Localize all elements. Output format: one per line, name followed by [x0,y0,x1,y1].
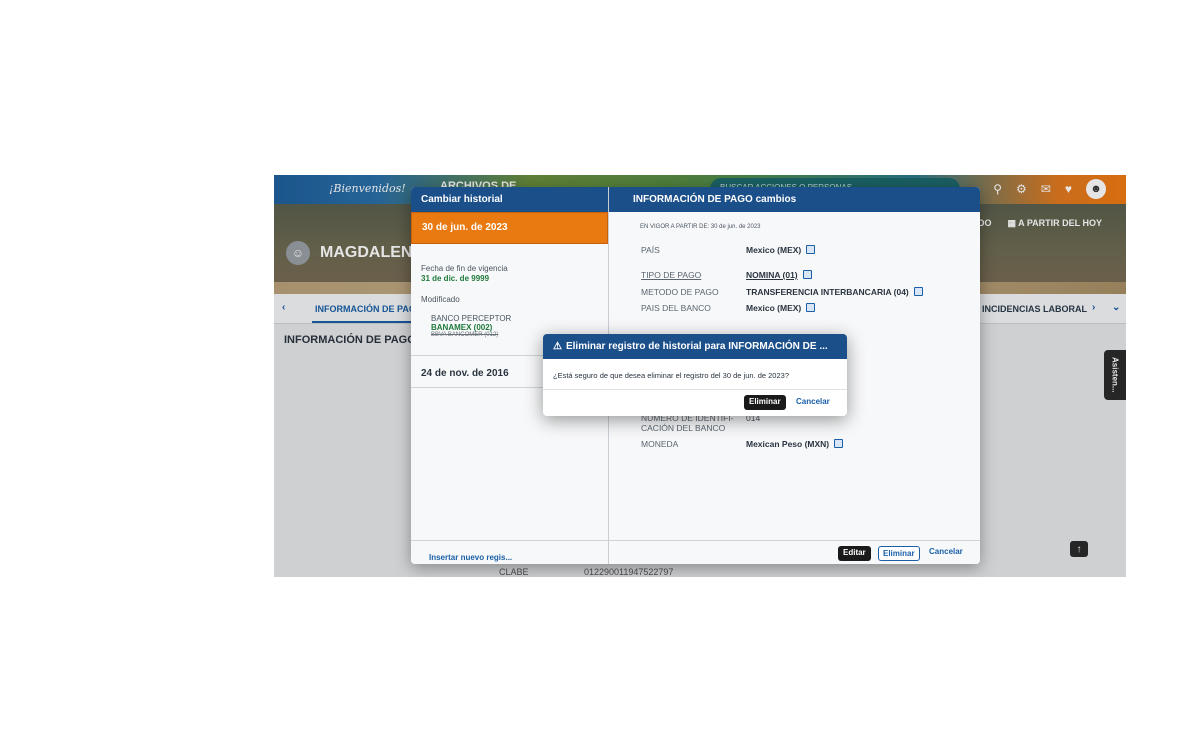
field-value-text: Mexico (MEX) [746,303,802,313]
end-date-value: 31 de dic. de 9999 [421,274,490,283]
field-value-text: Mexican Peso (MXN) [746,439,830,449]
delete-confirm-dialog: ⚠ Eliminar registro de historial para INF… [543,334,847,416]
confirm-cancel-button[interactable]: Cancelar [796,397,830,406]
field-label: TIPO DE PAGO [641,270,702,280]
warning-icon: ⚠ [553,341,562,352]
field-label: NUMERO DE IDENTIFI-CACIÓN DEL BANCO [641,413,734,433]
field-label: MONEDA [641,439,679,449]
document-icon[interactable] [913,287,923,296]
field-value: Mexico (MEX) [746,245,980,255]
insert-new-record-link[interactable]: Insertar nuevo regis... [429,553,512,562]
document-icon[interactable] [802,270,812,279]
confirm-message: ¿Está seguro de que desea eliminar el re… [543,359,847,390]
confirm-title: Eliminar registro de historial para INFO… [565,341,828,352]
details-footer: Editar Eliminar Cancelar [609,540,980,564]
history-title: Cambiar historial [411,187,608,212]
field-label: PAÍS [641,245,660,255]
delete-button[interactable]: Eliminar [878,546,920,561]
field-value: TRANSFERENCIA INTERBANCARIA (04) [746,287,980,297]
field-value: Mexico (MEX) [746,303,980,313]
app-window: ¡Bienvenidos! ARCHIVOS DE ... BUSCAR ACC… [274,175,1126,577]
bank-new-value: BANAMEX (002) [431,323,493,332]
confirm-delete-button[interactable]: Eliminar [744,395,786,410]
end-date-label: Fecha de fin de vigencia [421,264,508,273]
history-item-selected[interactable]: 30 de jun. de 2023 [411,212,608,244]
document-icon[interactable] [806,303,816,312]
field-value-text: NOMINA (01) [746,270,798,280]
bank-label: BANCO PERCEPTOR [431,314,512,323]
document-icon[interactable] [806,245,816,254]
modified-label: Modificado [421,295,460,304]
effective-date: EN VIGOR A PARTIR DE: 30 de jun. de 2023 [640,224,761,230]
edit-button[interactable]: Editar [838,546,871,561]
cancel-button[interactable]: Cancelar [929,547,963,556]
field-value: NOMINA (01) [746,270,980,280]
field-label: METODO DE PAGO [641,287,719,297]
field-value-text: TRANSFERENCIA INTERBANCARIA (04) [746,287,909,297]
history-list-footer: Insertar nuevo regis... [411,540,609,564]
field-value-text: Mexico (MEX) [746,245,802,255]
confirm-title-bar: ⚠ Eliminar registro de historial para INF… [543,334,847,359]
field-label: PAIS DEL BANCO [641,303,711,313]
field-value: Mexican Peso (MXN) [746,439,980,449]
details-title: INFORMACIÓN DE PAGO cambios [609,187,980,212]
document-icon[interactable] [834,439,844,448]
